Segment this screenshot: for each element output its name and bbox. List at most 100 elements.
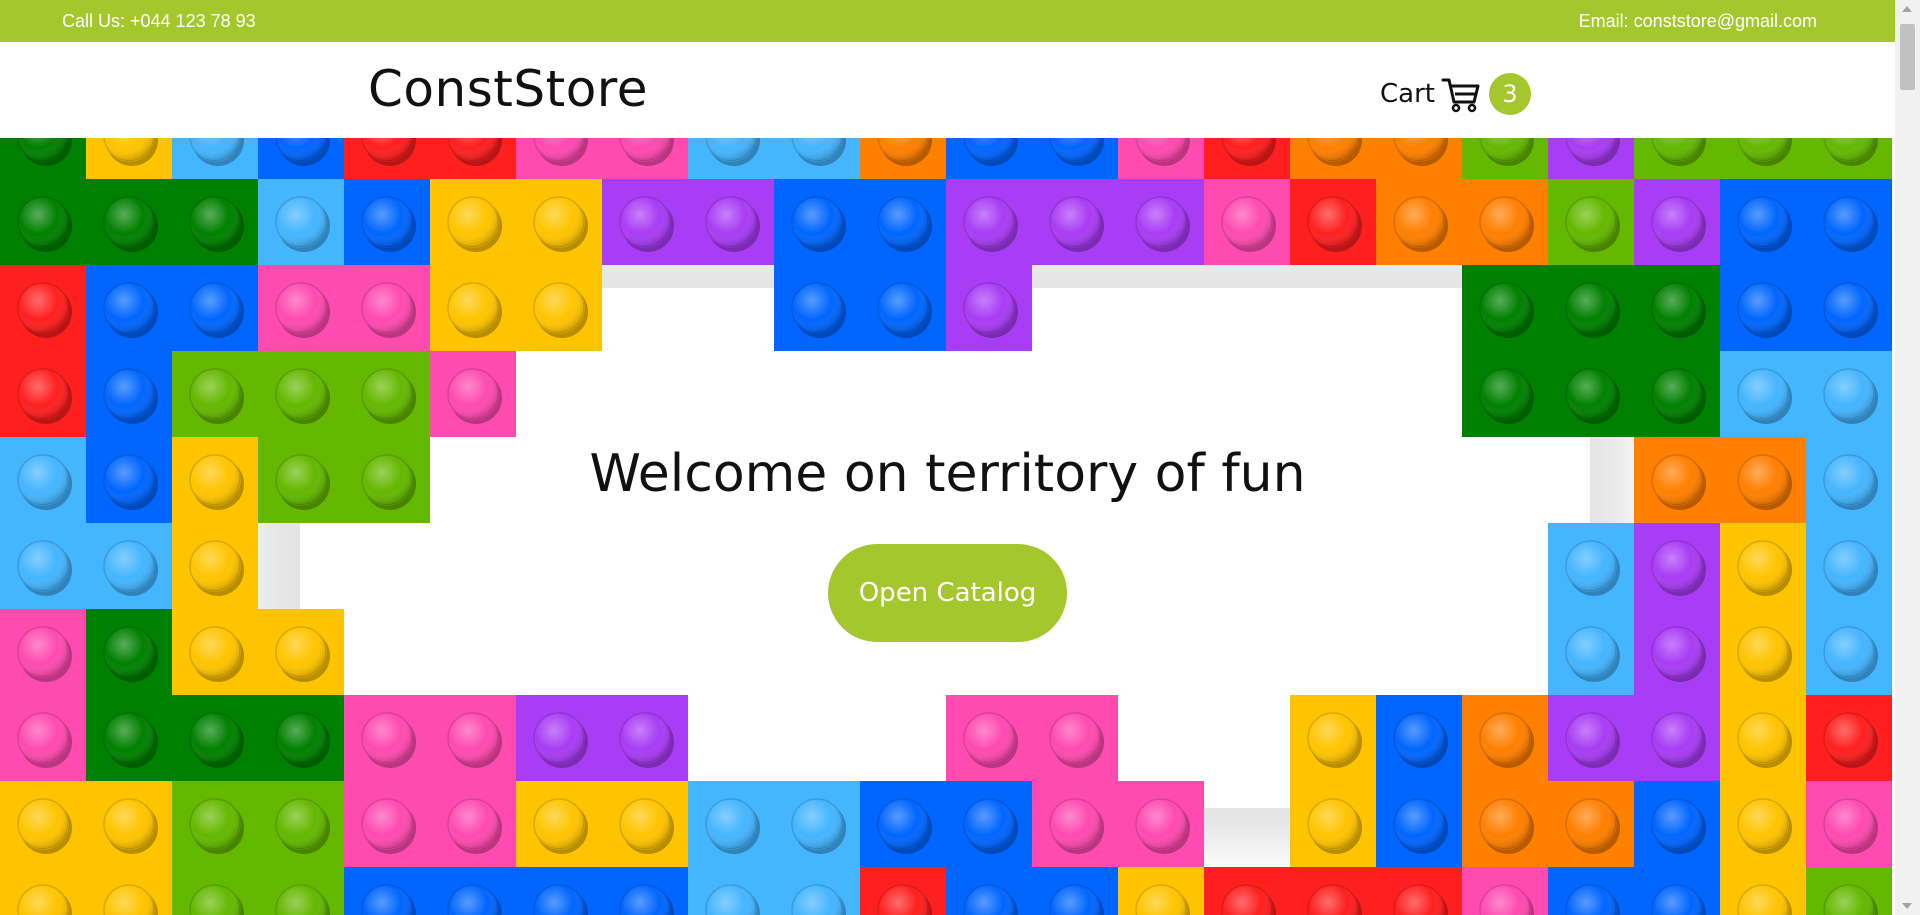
brick-stud-highlight <box>1394 713 1444 763</box>
brick-stud-highlight <box>792 283 842 333</box>
brick-stud-highlight <box>620 197 670 247</box>
brick-stud-highlight <box>448 713 498 763</box>
brick-stud-highlight <box>104 197 154 247</box>
brick-stud-highlight <box>1050 197 1100 247</box>
brick-stud-highlight <box>362 369 412 419</box>
brick-stud-highlight <box>964 283 1014 333</box>
brick-stud-highlight <box>1566 713 1616 763</box>
top-info-bar: Call Us: +044 123 78 93 Email: conststor… <box>0 0 1895 42</box>
brick-stud-highlight <box>534 799 584 849</box>
site-header: ConstStore Cart 3 <box>0 42 1895 138</box>
brick-stud-highlight <box>534 283 584 333</box>
brick-stud-highlight <box>1824 799 1874 849</box>
brick-stud-highlight <box>190 713 240 763</box>
brick-stud-highlight <box>534 197 584 247</box>
brick-stud-highlight <box>534 713 584 763</box>
brick-stud-highlight <box>1050 799 1100 849</box>
brick-stud-highlight <box>620 799 670 849</box>
open-catalog-button[interactable]: Open Catalog <box>828 544 1067 642</box>
brick-stud-highlight <box>1308 197 1358 247</box>
brick-stud-highlight <box>878 197 928 247</box>
brick-stud-highlight <box>706 197 756 247</box>
brick-stud-highlight <box>1738 541 1788 591</box>
brick-stud-highlight <box>1652 713 1702 763</box>
brick-stud-highlight <box>276 799 326 849</box>
hero-title: Welcome on territory of fun <box>589 444 1306 504</box>
brick-stud-highlight <box>1652 369 1702 419</box>
site-logo[interactable]: ConstStore <box>368 60 648 118</box>
brick-stud-highlight <box>1652 799 1702 849</box>
brick-stud-highlight <box>362 713 412 763</box>
brick-stud-highlight <box>1824 283 1874 333</box>
brick-stud-highlight <box>276 283 326 333</box>
brick-stud-highlight <box>1824 713 1874 763</box>
brick-stud-highlight <box>878 283 928 333</box>
brick-stud-highlight <box>1824 627 1874 677</box>
brick-stud-highlight <box>362 197 412 247</box>
brick-stud-highlight <box>104 799 154 849</box>
brick-stud-highlight <box>1566 369 1616 419</box>
brick-stud-highlight <box>620 713 670 763</box>
brick-stud-highlight <box>964 799 1014 849</box>
brick-stud-highlight <box>104 369 154 419</box>
brick-stud-highlight <box>18 627 68 677</box>
brick-stud-highlight <box>1652 197 1702 247</box>
cart-count-badge: 3 <box>1488 73 1531 115</box>
brick-stud-highlight <box>276 197 326 247</box>
cart-icon <box>1441 78 1480 113</box>
brick-stud-highlight <box>104 627 154 677</box>
brick-background-image <box>0 138 1895 915</box>
page-scrollbar[interactable] <box>1895 0 1920 915</box>
brick-stud-highlight <box>792 799 842 849</box>
brick-stud-highlight <box>1394 799 1444 849</box>
brick-stud-highlight <box>18 541 68 591</box>
brick-stud-highlight <box>362 283 412 333</box>
brick-stud-highlight <box>190 283 240 333</box>
cart-button[interactable]: Cart 3 <box>1380 72 1531 116</box>
brick-stud-highlight <box>448 799 498 849</box>
brick-stud-highlight <box>878 799 928 849</box>
brick-stud-highlight <box>18 369 68 419</box>
brick-stud-highlight <box>1824 541 1874 591</box>
brick-stud-highlight <box>1738 369 1788 419</box>
brick-stud-highlight <box>448 283 498 333</box>
brick-stud-highlight <box>1738 713 1788 763</box>
scrollbar-thumb[interactable] <box>1900 24 1915 90</box>
brick-stud-highlight <box>104 283 154 333</box>
brick-stud-highlight <box>104 541 154 591</box>
brick-stud-highlight <box>1566 799 1616 849</box>
brick-stud-highlight <box>1308 713 1358 763</box>
brick-stud-highlight <box>1480 799 1530 849</box>
brick-stud-highlight <box>1480 713 1530 763</box>
scroll-down-arrow-icon[interactable] <box>1902 903 1912 909</box>
brick-stud-highlight <box>1136 799 1186 849</box>
brick-stud-highlight <box>1738 799 1788 849</box>
brick-stud-highlight <box>1480 197 1530 247</box>
brick-stud-highlight <box>1566 283 1616 333</box>
brick-stud-highlight <box>1136 197 1186 247</box>
brick-stud-highlight <box>448 197 498 247</box>
brick-stud-highlight <box>1738 627 1788 677</box>
brick-stud-highlight <box>1050 713 1100 763</box>
brick-stud-highlight <box>276 369 326 419</box>
scroll-up-arrow-icon[interactable] <box>1902 6 1912 12</box>
brick-stud-highlight <box>18 283 68 333</box>
brick-stud-highlight <box>190 799 240 849</box>
brick-stud-highlight <box>276 713 326 763</box>
brick-stud-highlight <box>1566 541 1616 591</box>
brick-stud-highlight <box>1480 283 1530 333</box>
brick-stud-highlight <box>362 799 412 849</box>
brick-stud-highlight <box>190 197 240 247</box>
brick-stud-highlight <box>18 197 68 247</box>
brick-stud-highlight <box>964 713 1014 763</box>
brick-stud-highlight <box>706 799 756 849</box>
brick-stud-highlight <box>964 197 1014 247</box>
brick-stud-highlight <box>190 369 240 419</box>
brick-stud-highlight <box>792 197 842 247</box>
brick-stud-highlight <box>190 627 240 677</box>
brick-stud-highlight <box>1652 627 1702 677</box>
brick-stud-highlight <box>1824 369 1874 419</box>
brick-stud-highlight <box>18 799 68 849</box>
brick-stud-highlight <box>1738 283 1788 333</box>
brick-stud-highlight <box>1738 197 1788 247</box>
